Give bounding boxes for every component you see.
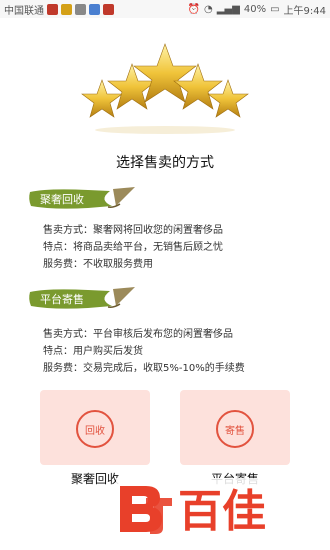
star-icon [133,43,197,103]
clock: 上午9:44 [283,6,326,17]
page-title: 选择售卖的方式 [116,155,214,171]
five-stars-illustration [81,43,249,134]
battery-icon: ▭ [270,4,280,15]
consign-option-card[interactable]: 寄售 [180,390,290,465]
feature-text: 特点：将商品卖给平台，无销售后顾之忧 [43,242,223,253]
wifi-icon: ◔ [204,4,213,15]
battery-percent: 40% [243,4,267,15]
consign-info: 售卖方式：平台审核后发布您的闲置奢侈品 特点：用户购买后发货 服务费：交易完成后… [43,326,245,377]
key-icon [61,4,72,15]
service-fee-text: 服务费：不收取服务费用 [43,259,153,270]
status-bar: 中国联通 ⏰ ◔ ▂▄▆ 40% ▭ 上午9:44 [0,0,330,18]
app-icon [89,4,100,15]
app-icon [75,4,86,15]
signal-icon: ▂▄▆ [216,4,240,15]
feature-text: 特点：用户购买后发货 [43,346,143,357]
watermark-text: 百佳 [178,486,266,536]
banner-label: 聚奢回收 [40,193,84,206]
carrier-label: 中国联通 [4,6,44,17]
banner-recycle: 聚奢回收 [28,186,138,212]
service-fee-text: 服务费：交易完成后，收取5%-10%的手续费 [43,363,245,374]
notification-icon [47,4,58,15]
banner-label: 平台寄售 [40,293,84,306]
sale-method-text: 售卖方式：平台审核后发布您的闲置奢侈品 [43,329,233,340]
recycle-option-card[interactable]: 回收 [40,390,150,465]
recycle-info: 售卖方式：聚奢网将回收您的闲置奢侈品 特点：将商品卖给平台，无销售后顾之忧 服务… [43,222,223,273]
consign-circle-button[interactable]: 寄售 [216,410,254,448]
recycle-circle-button[interactable]: 回收 [76,410,114,448]
watermark-logo: 百佳 [116,478,306,536]
app-icon [103,4,114,15]
alarm-icon: ⏰ [187,4,201,15]
sale-method-text: 售卖方式：聚奢网将回收您的闲置奢侈品 [43,225,223,236]
banner-consign: 平台寄售 [28,286,138,312]
